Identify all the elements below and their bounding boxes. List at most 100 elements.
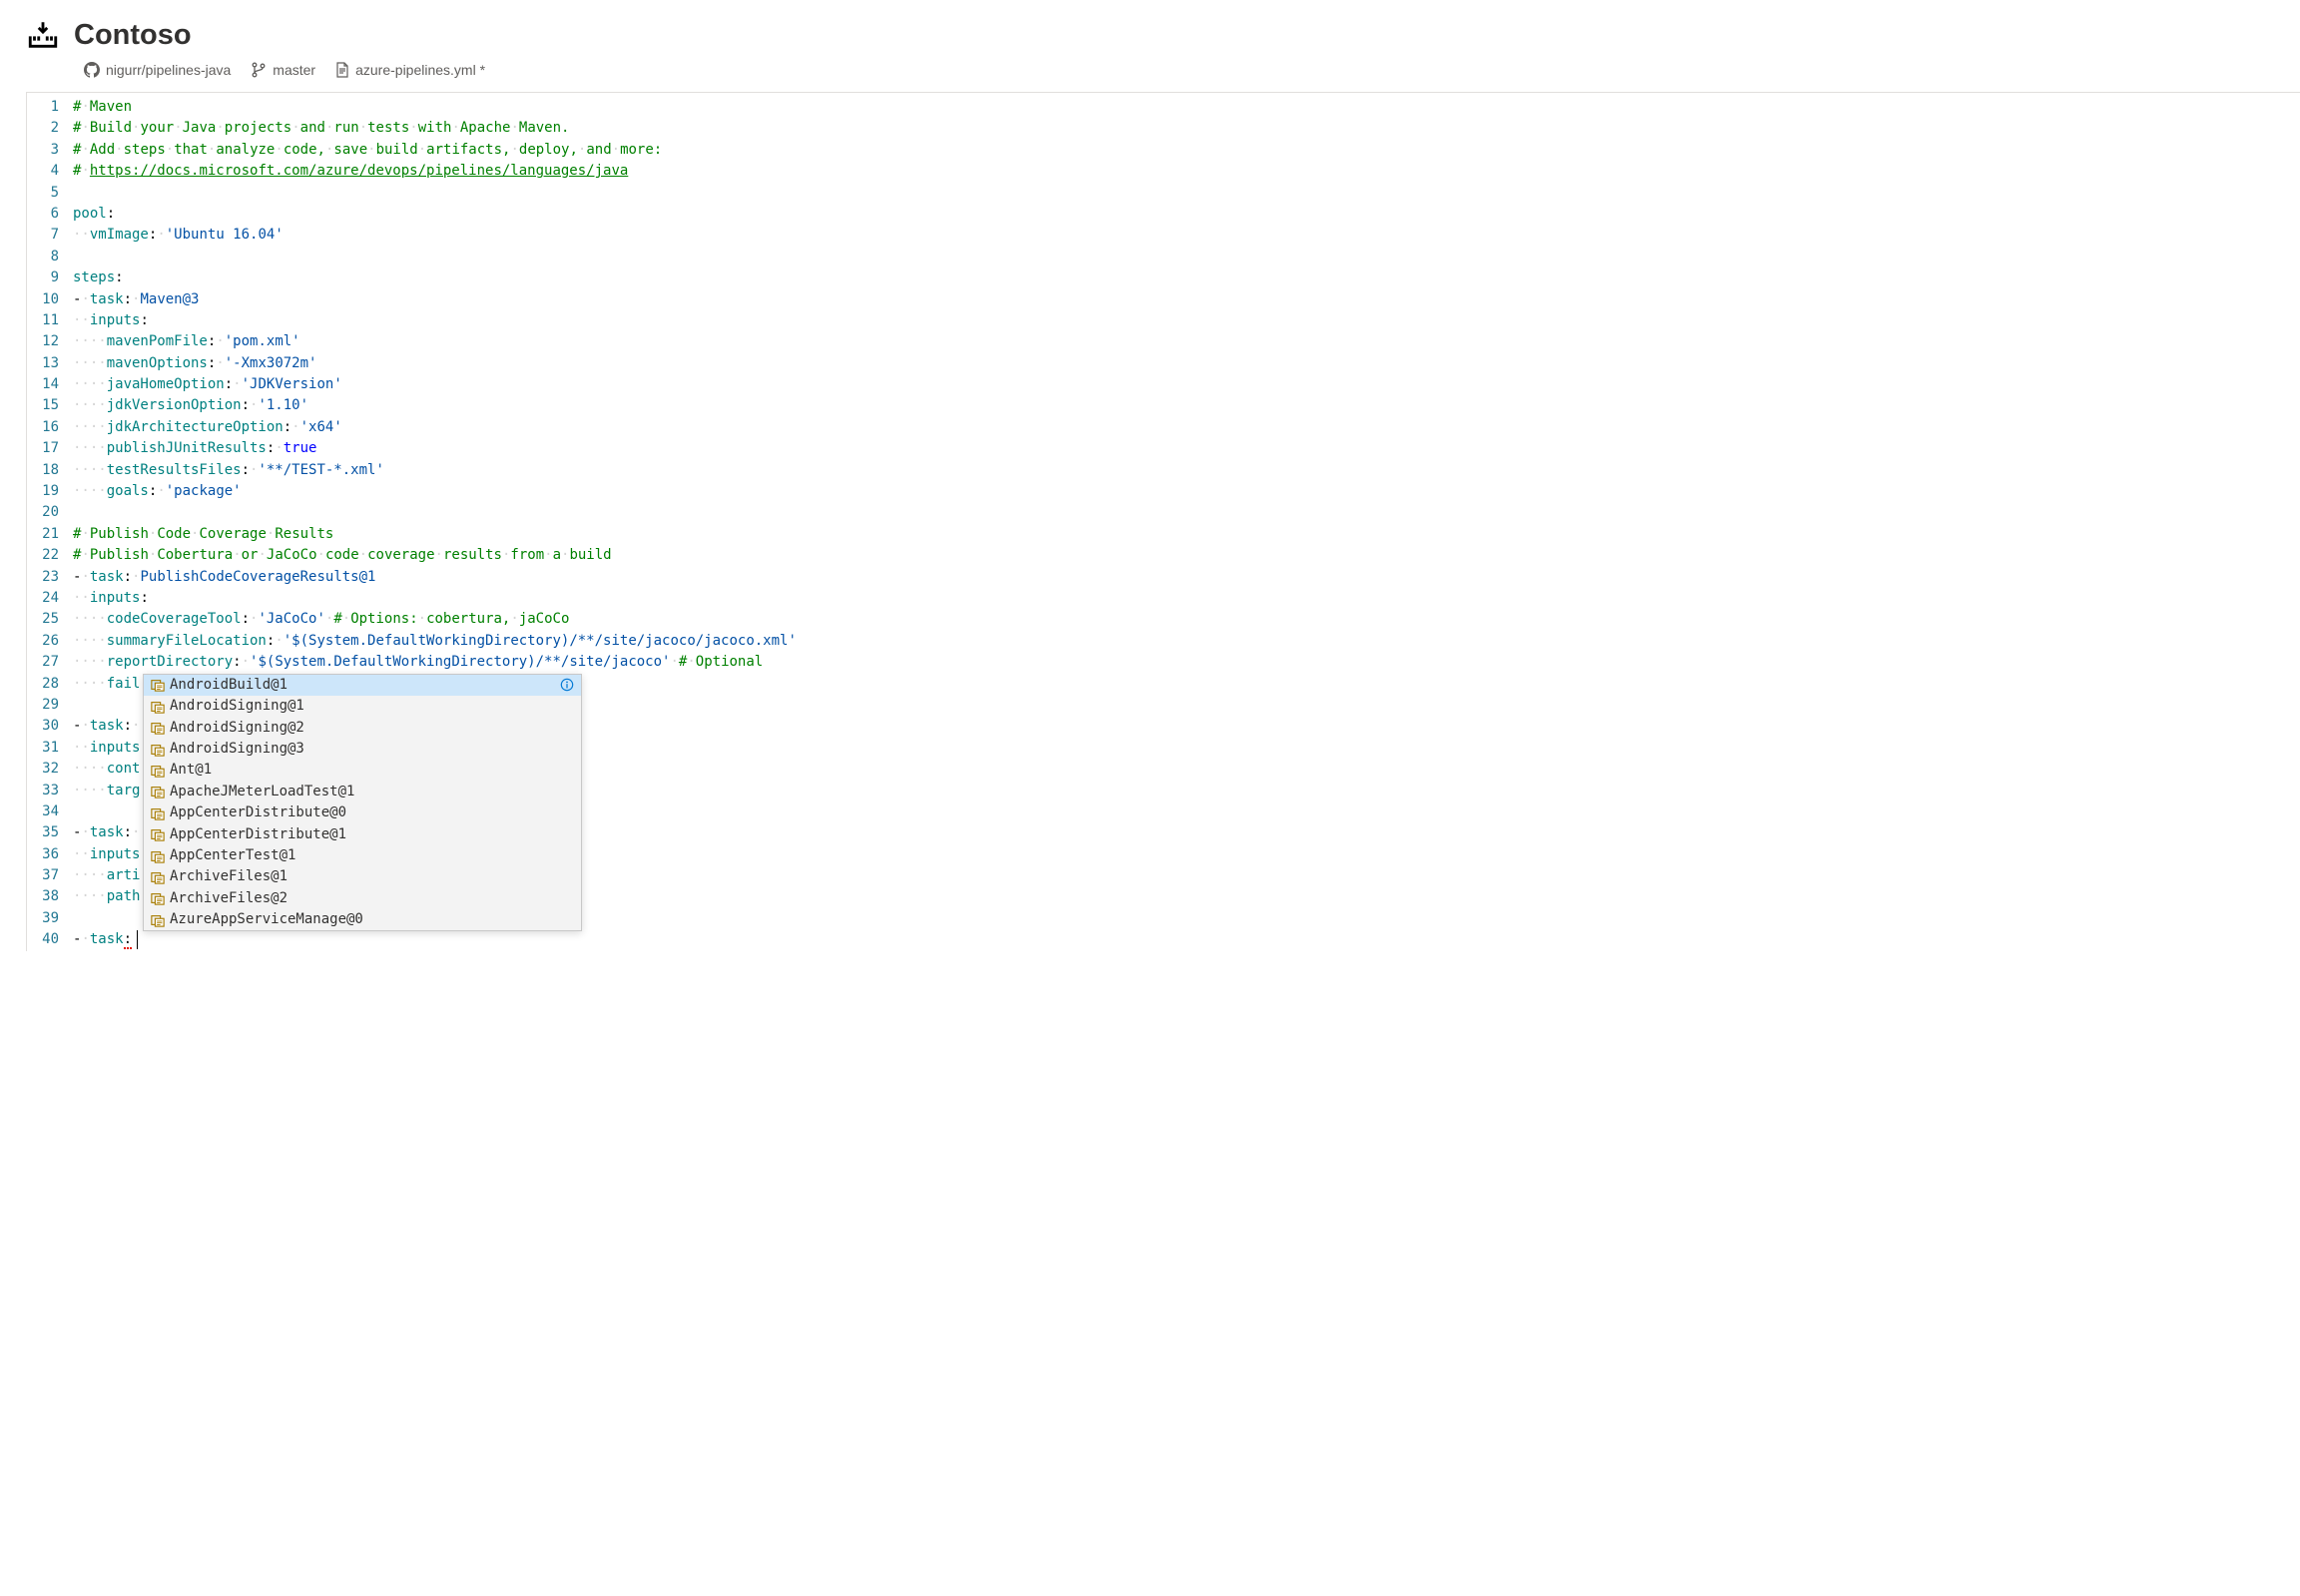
autocomplete-item-label: ArchiveFiles@1: [170, 866, 575, 887]
line-number: 12: [27, 331, 59, 352]
autocomplete-item[interactable]: ArchiveFiles@2: [144, 888, 581, 909]
file-icon: [335, 62, 349, 78]
snippet-icon: [150, 720, 166, 736]
code-line[interactable]: #·https://docs.microsoft.com/azure/devop…: [73, 161, 2300, 182]
code-line[interactable]: [73, 183, 2300, 204]
breadcrumb-file-label: azure-pipelines.yml *: [355, 62, 485, 78]
autocomplete-item[interactable]: ApacheJMeterLoadTest@1: [144, 782, 581, 802]
code-line[interactable]: ····mavenPomFile:·'pom.xml': [73, 331, 2300, 352]
line-number: 3: [27, 140, 59, 161]
code-line[interactable]: steps:: [73, 267, 2300, 288]
code-line[interactable]: ····publishJUnitResults:·true: [73, 438, 2300, 459]
line-number: 23: [27, 567, 59, 588]
line-number: 9: [27, 267, 59, 288]
breadcrumb: nigurr/pipelines-java master azure-pipel…: [0, 58, 2300, 92]
autocomplete-item[interactable]: AndroidBuild@1: [144, 675, 581, 696]
code-line[interactable]: -·task:: [73, 929, 2300, 950]
line-number: 33: [27, 781, 59, 801]
code-line[interactable]: -·task:·Maven@3: [73, 289, 2300, 310]
info-icon[interactable]: [559, 677, 575, 693]
app-icon: [26, 18, 60, 52]
snippet-icon: [150, 890, 166, 906]
breadcrumb-repo[interactable]: nigurr/pipelines-java: [84, 62, 231, 78]
autocomplete-item-label: AndroidSigning@1: [170, 696, 575, 717]
code-area[interactable]: #·Maven#·Build·your·Java·projects·and·ru…: [73, 93, 2300, 951]
autocomplete-item-label: AppCenterTest@1: [170, 845, 575, 866]
line-number: 27: [27, 652, 59, 673]
line-number: 7: [27, 225, 59, 246]
code-line[interactable]: [73, 247, 2300, 267]
line-number: 28: [27, 674, 59, 695]
line-number: 25: [27, 609, 59, 630]
autocomplete-item[interactable]: AppCenterDistribute@0: [144, 802, 581, 823]
line-number: 2: [27, 118, 59, 139]
line-number-gutter: 1234567891011121314151617181920212223242…: [27, 93, 73, 951]
code-line[interactable]: ····mavenOptions:·'-Xmx3072m': [73, 353, 2300, 374]
code-line[interactable]: #·Publish·Cobertura·or·JaCoCo·code·cover…: [73, 545, 2300, 566]
code-line[interactable]: [73, 502, 2300, 523]
snippet-icon: [150, 784, 166, 799]
editor[interactable]: 1234567891011121314151617181920212223242…: [26, 92, 2300, 951]
code-line[interactable]: #·Add·steps·that·analyze·code,·save·buil…: [73, 140, 2300, 161]
code-line[interactable]: pool:: [73, 204, 2300, 225]
code-line[interactable]: ··vmImage:·'Ubuntu 16.04': [73, 225, 2300, 246]
autocomplete-item-label: AndroidSigning@3: [170, 739, 575, 760]
breadcrumb-repo-label: nigurr/pipelines-java: [106, 62, 231, 78]
line-number: 15: [27, 395, 59, 416]
snippet-icon: [150, 742, 166, 758]
code-line[interactable]: ····jdkArchitectureOption:·'x64': [73, 417, 2300, 438]
autocomplete-item-label: ArchiveFiles@2: [170, 888, 575, 909]
line-number: 19: [27, 481, 59, 502]
code-line[interactable]: #·Maven: [73, 97, 2300, 118]
line-number: 8: [27, 247, 59, 267]
page-title: Contoso: [74, 19, 192, 52]
breadcrumb-file[interactable]: azure-pipelines.yml *: [335, 62, 485, 78]
autocomplete-item-label: Ant@1: [170, 760, 575, 781]
autocomplete-item-label: AndroidSigning@2: [170, 718, 575, 739]
autocomplete-item[interactable]: AndroidSigning@1: [144, 696, 581, 717]
code-line[interactable]: ····testResultsFiles:·'**/TEST-*.xml': [73, 460, 2300, 481]
code-line[interactable]: ····goals:·'package': [73, 481, 2300, 502]
autocomplete-item-label: ApacheJMeterLoadTest@1: [170, 782, 575, 802]
line-number: 13: [27, 353, 59, 374]
autocomplete-item[interactable]: AndroidSigning@3: [144, 739, 581, 760]
code-line[interactable]: -·task:·PublishCodeCoverageResults@1: [73, 567, 2300, 588]
line-number: 39: [27, 908, 59, 929]
autocomplete-item[interactable]: AppCenterDistribute@1: [144, 824, 581, 845]
line-number: 36: [27, 844, 59, 865]
code-line[interactable]: ··inputs:: [73, 588, 2300, 609]
autocomplete-popup[interactable]: AndroidBuild@1AndroidSigning@1AndroidSig…: [143, 674, 582, 932]
line-number: 35: [27, 822, 59, 843]
snippet-icon: [150, 848, 166, 864]
code-line[interactable]: ····reportDirectory:·'$(System.DefaultWo…: [73, 652, 2300, 673]
text-cursor: [137, 930, 138, 949]
line-number: 40: [27, 929, 59, 950]
code-line[interactable]: #·Publish·Code·Coverage·Results: [73, 524, 2300, 545]
snippet-icon: [150, 826, 166, 842]
autocomplete-item[interactable]: AndroidSigning@2: [144, 718, 581, 739]
line-number: 16: [27, 417, 59, 438]
autocomplete-item[interactable]: AppCenterTest@1: [144, 845, 581, 866]
code-line[interactable]: ····summaryFileLocation:·'$(System.Defau…: [73, 631, 2300, 652]
autocomplete-item[interactable]: ArchiveFiles@1: [144, 866, 581, 887]
snippet-icon: [150, 763, 166, 779]
code-line[interactable]: #·Build·your·Java·projects·and·run·tests…: [73, 118, 2300, 139]
github-icon: [84, 62, 100, 78]
autocomplete-item-label: AzureAppServiceManage@0: [170, 909, 575, 930]
branch-icon: [251, 62, 267, 78]
line-number: 18: [27, 460, 59, 481]
line-number: 24: [27, 588, 59, 609]
line-number: 20: [27, 502, 59, 523]
line-number: 17: [27, 438, 59, 459]
code-line[interactable]: ····codeCoverageTool:·'JaCoCo'·#·Options…: [73, 609, 2300, 630]
code-line[interactable]: ····javaHomeOption:·'JDKVersion': [73, 374, 2300, 395]
snippet-icon: [150, 699, 166, 715]
breadcrumb-branch[interactable]: master: [251, 62, 315, 78]
code-line[interactable]: ····jdkVersionOption:·'1.10': [73, 395, 2300, 416]
code-line[interactable]: ··inputs:: [73, 310, 2300, 331]
autocomplete-item[interactable]: Ant@1: [144, 760, 581, 781]
line-number: 4: [27, 161, 59, 182]
autocomplete-item[interactable]: AzureAppServiceManage@0: [144, 909, 581, 930]
line-number: 6: [27, 204, 59, 225]
line-number: 10: [27, 289, 59, 310]
